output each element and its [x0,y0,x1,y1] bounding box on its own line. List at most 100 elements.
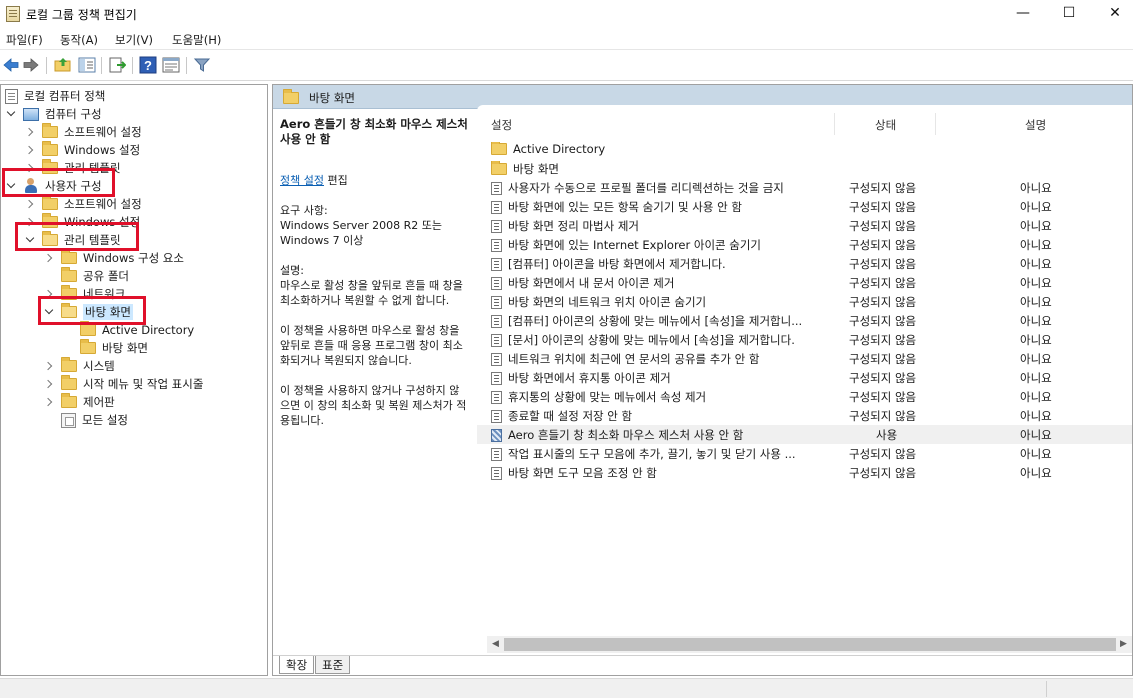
chevron-right-icon[interactable] [43,252,55,264]
setting-name: 네트워크 위치에 최근에 연 문서의 공유를 추가 안 함 [508,352,760,366]
setting-row[interactable]: 휴지통의 상황에 맞는 메뉴에서 속성 제거 구성되지 않음 아니요 [477,387,1132,406]
tree-control-panel[interactable]: 제어판 [43,393,115,411]
tree-root[interactable]: 로컬 컴퓨터 정책 [5,87,105,105]
chevron-down-icon[interactable] [5,108,17,120]
tree-cc-software[interactable]: 소프트웨어 설정 [24,123,142,141]
show-hide-tree-icon[interactable] [78,56,96,74]
policy-edit-line: 정책 설정 편집 [280,173,469,188]
chevron-right-icon[interactable] [43,396,55,408]
tree-all-settings[interactable]: 모든 설정 [61,411,128,429]
chevron-right-icon[interactable] [24,144,36,156]
setting-note: 아니요 [1020,333,1052,347]
highlight-admin-templates [15,222,139,251]
setting-name: 바탕 화면에 있는 모든 항목 숨기기 및 사용 안 함 [508,200,742,214]
minimize-button[interactable]: — [1000,0,1046,28]
folder-row[interactable]: 바탕 화면 [477,159,1132,178]
setting-state: 구성되지 않음 [849,409,917,423]
setting-row[interactable]: 바탕 화면에서 내 문서 아이콘 제거 구성되지 않음 아니요 [477,273,1132,292]
setting-name-cell: Aero 흔들기 창 최소화 마우스 제스처 사용 안 함 [491,427,827,443]
scrollbar-thumb[interactable] [504,638,1116,651]
setting-state: 구성되지 않음 [849,371,917,385]
folder-icon [80,339,96,354]
setting-row[interactable]: 바탕 화면에 있는 Internet Explorer 아이콘 숨기기 구성되지 … [477,235,1132,254]
tree-cc-software-label: 소프트웨어 설정 [64,125,142,139]
tree-computer-config[interactable]: 컴퓨터 구성 [5,105,102,123]
policy-setting-icon [491,371,502,385]
setting-name-cell: [컴퓨터] 아이콘을 바탕 화면에서 제거합니다. [491,256,827,272]
setting-row[interactable]: 사용자가 수동으로 프로필 폴더를 리디렉션하는 것을 금지 구성되지 않음 아니요 [477,178,1132,197]
setting-row[interactable]: Aero 흔들기 창 최소화 마우스 제스처 사용 안 함 사용 아니요 [477,425,1132,444]
policy-enabled-icon [491,428,502,442]
tab-standard[interactable]: 표준 [315,656,351,674]
folder-icon [61,393,77,408]
setting-name-cell: 종료할 때 설정 저장 안 함 [491,408,827,424]
tree-cc-windows[interactable]: Windows 설정 [24,141,140,159]
setting-row[interactable]: 작업 표시줄의 도구 모음에 추가, 끌기, 놓기 및 닫기 사용 ... 구성되… [477,444,1132,463]
setting-row[interactable]: 바탕 화면 정리 마법사 제거 구성되지 않음 아니요 [477,216,1132,235]
maximize-button[interactable]: ☐ [1046,0,1092,28]
setting-state: 구성되지 않음 [849,219,917,233]
setting-note: 아니요 [1020,219,1052,233]
column-header-setting[interactable]: 설정 [491,117,512,133]
tree-start-menu[interactable]: 시작 메뉴 및 작업 표시줄 [43,375,203,393]
setting-row[interactable]: [문서] 아이콘의 상황에 맞는 메뉴에서 [속성]을 제거합니다. 구성되지 않… [477,330,1132,349]
tree-windows-components[interactable]: Windows 구성 요소 [43,249,184,267]
highlight-desktop [38,296,146,325]
setting-state: 구성되지 않음 [849,257,917,271]
setting-row[interactable]: 바탕 화면의 네트워크 위치 아이콘 숨기기 구성되지 않음 아니요 [477,292,1132,311]
menu-file[interactable]: 파일(F) [6,32,43,48]
menu-view[interactable]: 보기(V) [115,32,153,48]
setting-row[interactable]: 종료할 때 설정 저장 안 함 구성되지 않음 아니요 [477,406,1132,425]
horizontal-scrollbar[interactable]: ◀ ▶ [487,636,1132,653]
policy-setting-icon [491,181,502,195]
setting-name: 작업 표시줄의 도구 모음에 추가, 끌기, 놓기 및 닫기 사용 ... [508,447,796,461]
status-bar [0,678,1133,698]
setting-note: 아니요 [1020,466,1052,480]
folder-row[interactable]: Active Directory [477,140,1132,159]
setting-name: 바탕 화면 도구 모음 조정 안 함 [508,466,657,480]
folder-icon [42,141,58,156]
setting-row[interactable]: 네트워크 위치에 최근에 연 문서의 공유를 추가 안 함 구성되지 않음 아니요 [477,349,1132,368]
setting-state: 구성되지 않음 [849,352,917,366]
tab-extended[interactable]: 확장 [279,656,315,674]
description-label: 설명: [280,264,304,277]
chevron-right-icon[interactable] [24,126,36,138]
export-list-icon[interactable] [108,56,126,74]
policy-settings-link[interactable]: 정책 설정 [280,174,324,187]
column-header-note[interactable]: 설명 [1025,117,1046,133]
setting-row[interactable]: 바탕 화면 도구 모음 조정 안 함 구성되지 않음 아니요 [477,463,1132,482]
close-button[interactable]: ✕ [1092,0,1133,28]
tree-shared-folders-label: 공유 폴더 [83,269,129,283]
setting-note: 아니요 [1020,409,1052,423]
scroll-right-icon[interactable]: ▶ [1115,636,1132,653]
properties-icon[interactable] [162,56,180,74]
setting-name-cell: [컴퓨터] 아이콘의 상황에 맞는 메뉴에서 [속성]을 제거합니... [491,313,827,329]
forward-arrow-icon[interactable] [22,56,40,74]
chevron-right-icon[interactable] [43,378,55,390]
filter-icon[interactable] [193,56,211,74]
setting-row[interactable]: [컴퓨터] 아이콘을 바탕 화면에서 제거합니다. 구성되지 않음 아니요 [477,254,1132,273]
setting-state: 구성되지 않음 [849,238,917,252]
chevron-right-icon[interactable] [24,198,36,210]
policy-setting-icon [491,333,502,347]
chevron-right-icon[interactable] [43,360,55,372]
setting-name: [컴퓨터] 아이콘을 바탕 화면에서 제거합니다. [508,257,726,271]
tree-uc-software[interactable]: 소프트웨어 설정 [24,195,142,213]
menu-help[interactable]: 도움말(H) [172,32,221,48]
selected-policy-title: Aero 흔들기 창 최소화 마우스 제스처 사용 안 함 [280,117,468,146]
scroll-left-icon[interactable]: ◀ [487,636,504,653]
up-folder-icon[interactable] [54,56,72,74]
setting-row[interactable]: [컴퓨터] 아이콘의 상황에 맞는 메뉴에서 [속성]을 제거합니... 구성되지… [477,311,1132,330]
all-settings-icon [61,412,76,428]
setting-row[interactable]: 바탕 화면에서 휴지통 아이콘 제거 구성되지 않음 아니요 [477,368,1132,387]
setting-state: 구성되지 않음 [849,390,917,404]
tree-windows-components-label: Windows 구성 요소 [83,251,184,265]
back-arrow-icon[interactable] [2,56,20,74]
tree-system[interactable]: 시스템 [43,357,115,375]
setting-row[interactable]: 바탕 화면에 있는 모든 항목 숨기기 및 사용 안 함 구성되지 않음 아니요 [477,197,1132,216]
tree-shared-folders[interactable]: 공유 폴더 [61,267,129,285]
column-header-state[interactable]: 상태 [875,117,896,133]
menu-action[interactable]: 동작(A) [60,32,98,48]
help-icon[interactable]: ? [139,56,157,74]
tree-desktop-sub[interactable]: 바탕 화면 [80,339,148,357]
